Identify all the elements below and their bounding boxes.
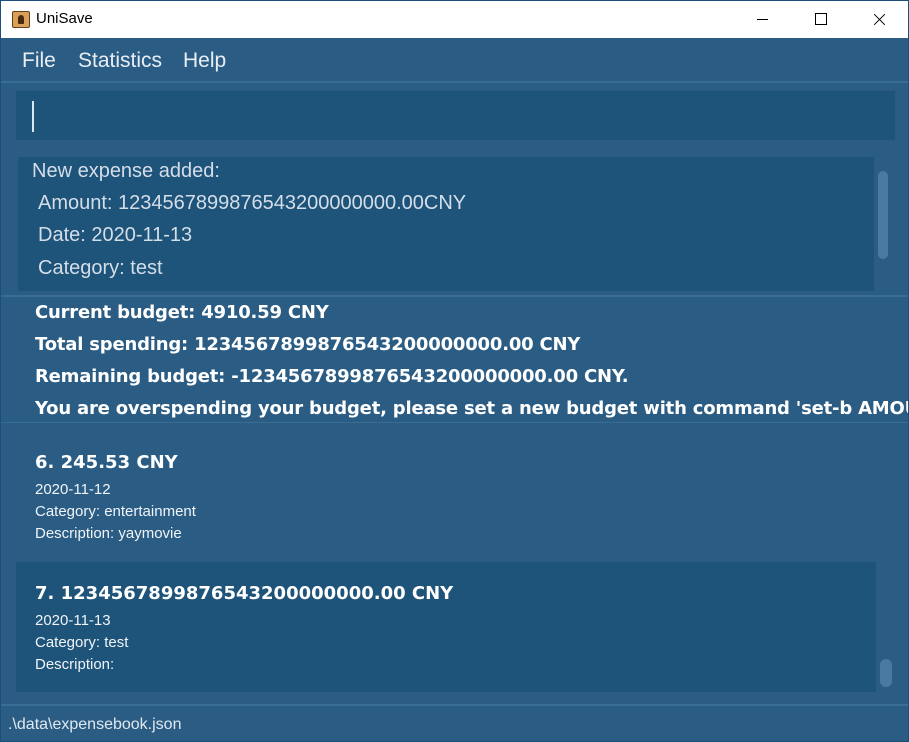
menu-bar: File Statistics Help xyxy=(1,38,908,83)
menu-file[interactable]: File xyxy=(22,49,56,73)
expense-title: 7. 1234567899876543200000000.00 CNY xyxy=(35,583,454,604)
result-line: Date: 2020-11-13 xyxy=(38,224,193,246)
status-bar: .\data\expensebook.json xyxy=(1,704,908,741)
close-button[interactable] xyxy=(850,1,908,38)
expense-description: Description: yaymovie xyxy=(35,525,182,542)
expense-date: 2020-11-13 xyxy=(35,612,111,629)
list-scrollbar[interactable] xyxy=(877,423,895,693)
budget-panel: Current budget: 4910.59 CNY Total spendi… xyxy=(1,297,908,423)
total-spending: Total spending: 123456789987654320000000… xyxy=(35,334,581,355)
text-caret xyxy=(32,101,34,132)
result-line: Amount: 1234567899876543200000000.00CNY xyxy=(38,192,467,214)
command-input[interactable] xyxy=(15,90,896,141)
expense-category: Category: entertainment xyxy=(35,503,196,520)
list-scroll-thumb[interactable] xyxy=(880,659,892,687)
expense-description: Description: xyxy=(35,656,115,673)
expense-title: 6. 245.53 CNY xyxy=(35,452,178,473)
result-line: New expense added: xyxy=(32,160,220,182)
maximize-button[interactable] xyxy=(792,1,850,38)
expense-date: 2020-11-12 xyxy=(35,481,111,498)
title-bar[interactable]: UniSave xyxy=(1,1,908,38)
result-display: New expense added: Amount: 1234567899876… xyxy=(18,157,892,291)
app-window: UniSave File Statistics Help New expense… xyxy=(0,0,909,742)
menu-statistics[interactable]: Statistics xyxy=(78,49,162,73)
app-icon xyxy=(12,11,30,28)
budget-warning: You are overspending your budget, please… xyxy=(35,398,909,419)
result-scroll-thumb[interactable] xyxy=(878,171,888,259)
list-item[interactable]: 7. 1234567899876543200000000.00 CNY 2020… xyxy=(16,562,876,692)
result-scrollbar[interactable] xyxy=(874,157,892,291)
remaining-budget: Remaining budget: -123456789987654320000… xyxy=(35,366,629,387)
minimize-button[interactable] xyxy=(734,1,792,38)
list-item[interactable]: 6. 245.53 CNY 2020-11-12 Category: enter… xyxy=(16,431,876,561)
window-title: UniSave xyxy=(36,10,93,27)
expense-list: 6. 245.53 CNY 2020-11-12 Category: enter… xyxy=(1,423,908,703)
file-path: .\data\expensebook.json xyxy=(8,716,182,733)
menu-help[interactable]: Help xyxy=(183,49,226,73)
expense-category: Category: test xyxy=(35,634,129,651)
current-budget: Current budget: 4910.59 CNY xyxy=(35,302,329,323)
result-line: Category: test xyxy=(38,257,163,279)
